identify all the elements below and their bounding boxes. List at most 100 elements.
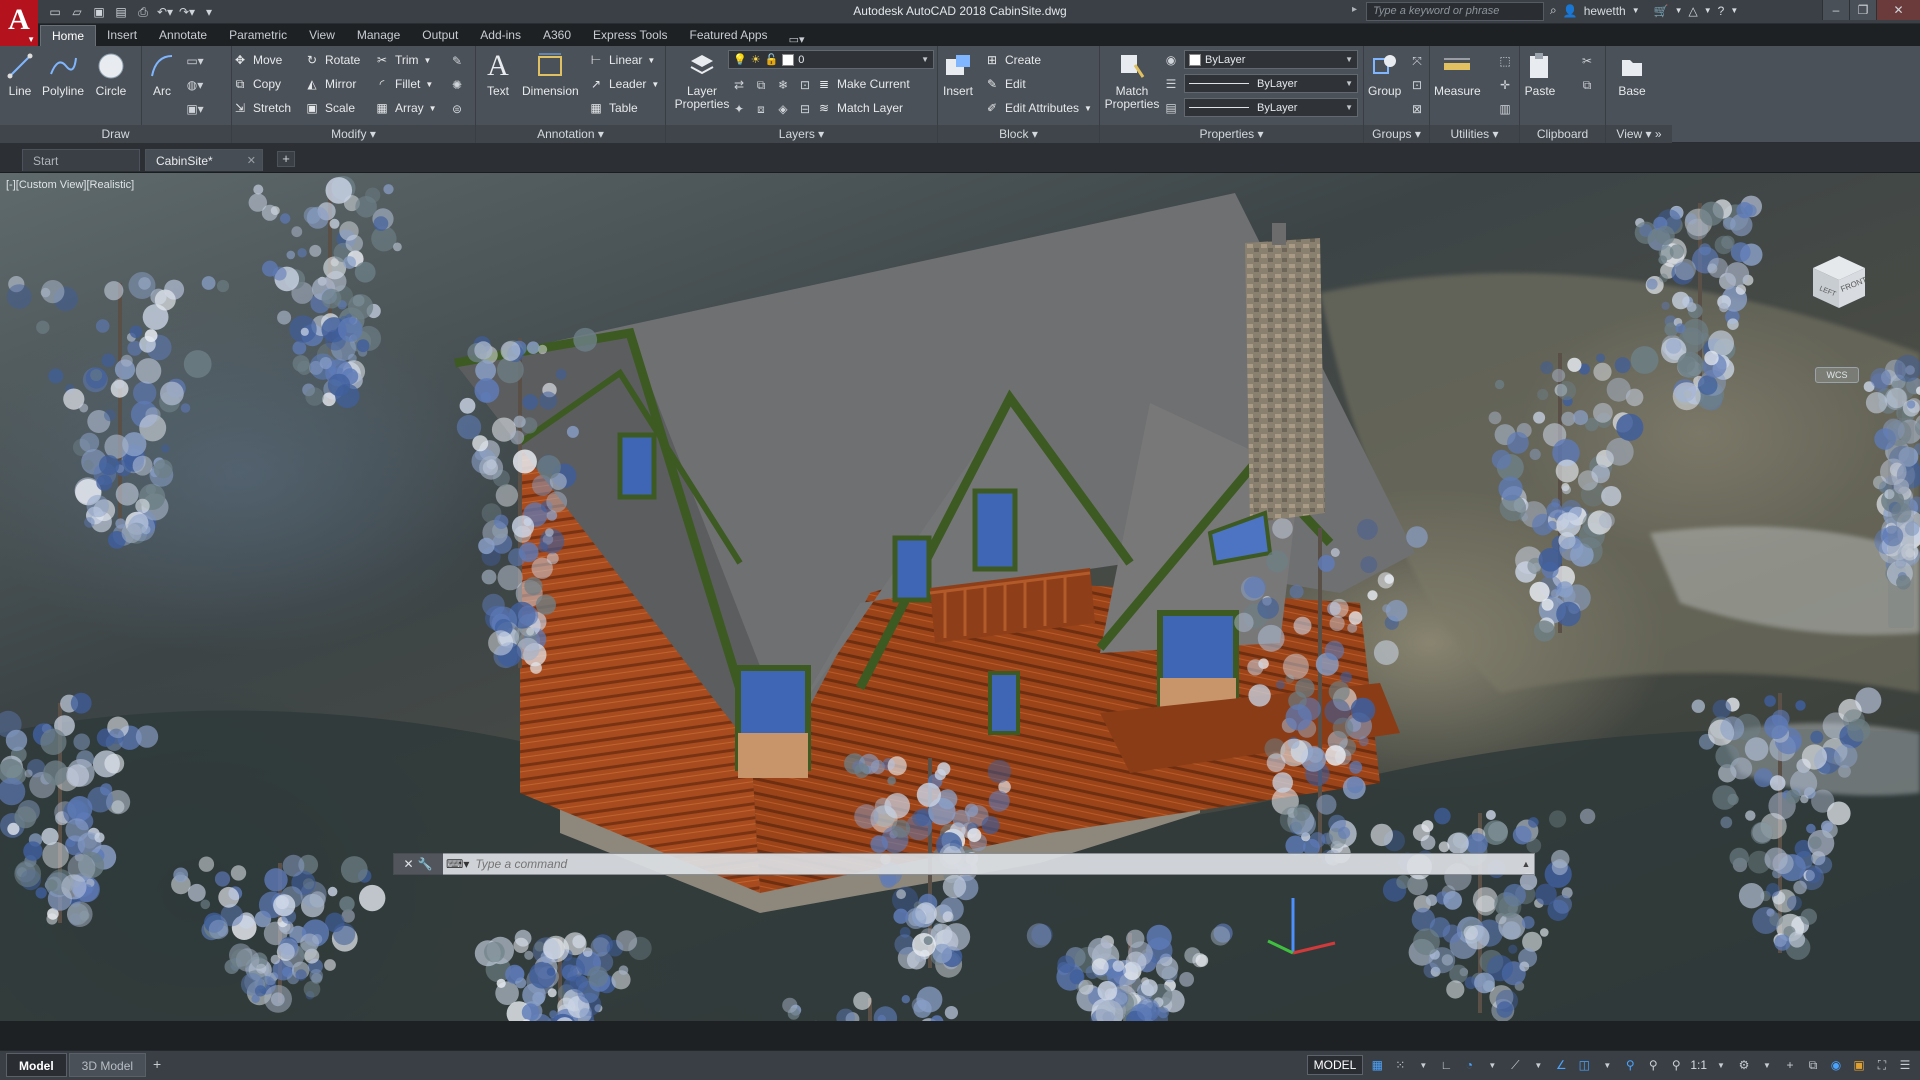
chevron-down-icon[interactable]: ▼ — [1704, 6, 1712, 15]
explode-icon[interactable]: ✺ — [448, 76, 466, 94]
color-dropdown[interactable]: ByLayer ▼ — [1184, 50, 1358, 69]
plot-icon[interactable]: ⎙ — [134, 4, 152, 21]
scale-tool[interactable]: ▣ Scale — [304, 98, 355, 118]
file-tab-cabinsite[interactable]: CabinSite* ✕ — [145, 149, 263, 171]
save-icon[interactable]: ▣ — [90, 4, 108, 21]
chevron-up-icon[interactable]: ▲ — [1518, 859, 1534, 869]
undo-icon[interactable]: ↶▾ — [156, 4, 174, 21]
group-selection-icon[interactable]: ⊠ — [1408, 100, 1426, 118]
properties-panel-title[interactable]: Properties ▾ — [1100, 125, 1363, 143]
close-icon[interactable]: ✕ — [403, 857, 413, 871]
chevron-down-icon[interactable]: ▼ — [1632, 6, 1640, 15]
layer-lock-icon[interactable]: ⊡ — [796, 76, 814, 94]
lineweight-dropdown[interactable]: ByLayer ▼ — [1184, 74, 1358, 93]
match-layer-tool[interactable]: ≋ Match Layer — [816, 98, 903, 118]
layer-thaw-icon[interactable]: ◈ — [774, 100, 792, 118]
dimension-tool[interactable]: Dimension — [522, 50, 579, 98]
hardware-acceleration-icon[interactable]: ◉ — [1827, 1056, 1845, 1074]
model-space-toggle[interactable]: MODEL — [1306, 1055, 1364, 1075]
layer-on-icon[interactable]: ✦ — [730, 100, 748, 118]
customize-menu-icon[interactable]: ☰ — [1896, 1056, 1914, 1074]
copy-clip-icon[interactable]: ⧉ — [1578, 76, 1596, 94]
tab-parametric[interactable]: Parametric — [218, 25, 298, 46]
drawing-viewport[interactable]: [-][Custom View][Realistic] LEFT FRONT W… — [0, 173, 1920, 1021]
tab-express-tools[interactable]: Express Tools — [582, 25, 678, 46]
wcs-menu[interactable]: WCS — [1815, 367, 1859, 383]
polyline-tool[interactable]: Polyline — [42, 50, 84, 98]
edit-attributes-tool[interactable]: ✐ Edit Attributes ▼ — [984, 98, 1092, 118]
open-folder-icon[interactable]: ▱ — [68, 4, 86, 21]
trim-tool[interactable]: ✂ Trim ▼ — [374, 50, 432, 70]
utilities-panel-title[interactable]: Utilities ▾ — [1430, 125, 1519, 143]
region-icon[interactable]: ▣▾ — [186, 100, 204, 118]
hatch-icon[interactable]: ◍▾ — [186, 76, 204, 94]
help-icon[interactable]: ? — [1718, 4, 1725, 18]
tab-featured-apps[interactable]: Featured Apps — [679, 25, 779, 46]
chevron-down-icon[interactable]: ▼ — [1598, 1056, 1616, 1074]
layer-isolate-icon[interactable]: ⧉ — [752, 76, 770, 94]
polar-tracking-icon[interactable]: ◔ — [1460, 1056, 1478, 1074]
id-point-icon[interactable]: ✛ — [1496, 76, 1514, 94]
modify-panel-title[interactable]: Modify ▾ — [232, 125, 475, 143]
draw-panel-title[interactable]: Draw — [0, 125, 231, 143]
layer-dropdown[interactable]: 💡 ☀ 🔓 0 ▼ — [728, 50, 934, 69]
rotate-tool[interactable]: ↻ Rotate — [304, 50, 360, 70]
tab-home[interactable]: Home — [40, 25, 97, 46]
annotation-visibility-icon[interactable]: ⚲ — [1621, 1056, 1639, 1074]
annotation-panel-title[interactable]: Annotation ▾ — [476, 125, 665, 143]
layer-unlock-icon[interactable]: ⊟ — [796, 100, 814, 118]
quick-select-icon[interactable]: ⬚ — [1496, 52, 1514, 70]
wrench-icon[interactable]: 🔧 — [418, 857, 433, 871]
ribbon-minimize-icon[interactable]: ▭▾ — [789, 29, 805, 46]
clean-screen-icon[interactable]: ▣ — [1850, 1056, 1868, 1074]
auto-scale-icon[interactable]: ⚲ — [1644, 1056, 1662, 1074]
stretch-tool[interactable]: ⇲ Stretch — [232, 98, 291, 118]
command-input[interactable] — [475, 855, 1518, 873]
layer-freeze-icon[interactable]: ❄ — [774, 76, 792, 94]
new-file-icon[interactable]: ▭ — [46, 4, 64, 21]
create-block-tool[interactable]: ⊞ Create — [984, 50, 1041, 70]
color-wheel-icon[interactable]: ◉ — [1162, 51, 1180, 69]
leader-tool[interactable]: ↗ Leader ▼ — [588, 74, 659, 94]
object-snap-icon[interactable]: ◫ — [1575, 1056, 1593, 1074]
add-layout-button[interactable]: + — [148, 1053, 166, 1077]
chevron-down-icon[interactable]: ▼ — [1414, 1056, 1432, 1074]
binoculars-icon[interactable]: ⌕ — [1550, 3, 1557, 18]
layer-unisolate-icon[interactable]: ⧈ — [752, 100, 770, 118]
paste-tool[interactable]: Paste — [1524, 50, 1556, 98]
lineweight-icon[interactable]: ☰ — [1162, 75, 1180, 93]
tab-insert[interactable]: Insert — [96, 25, 148, 46]
calculator-icon[interactable]: ▥ — [1496, 100, 1514, 118]
plus-icon[interactable]: + — [1781, 1056, 1799, 1074]
linear-tool[interactable]: ⊢ Linear ▼ — [588, 50, 656, 70]
tab-view[interactable]: View — [298, 25, 346, 46]
chevron-down-icon[interactable]: ▼ — [1675, 6, 1683, 15]
chevron-down-icon[interactable]: ▼ — [1712, 1056, 1730, 1074]
gear-icon[interactable]: ⚙ — [1735, 1056, 1753, 1074]
view-panel-title[interactable]: View ▾ » — [1606, 125, 1672, 143]
viewcube[interactable]: LEFT FRONT — [1805, 248, 1871, 314]
tab-annotate[interactable]: Annotate — [148, 25, 218, 46]
tab-output[interactable]: Output — [411, 25, 469, 46]
application-menu-button[interactable]: A ▼ — [0, 0, 38, 46]
qat-customize-icon[interactable]: ▾ — [200, 4, 218, 21]
rectangle-icon[interactable]: ▭▾ — [186, 52, 204, 70]
fillet-tool[interactable]: ◜ Fillet ▼ — [374, 74, 434, 94]
tab-a360[interactable]: A360 — [532, 25, 582, 46]
save-as-icon[interactable]: ▤ — [112, 4, 130, 21]
group-tool[interactable]: Group — [1368, 50, 1401, 98]
offset-icon[interactable]: ⊜ — [448, 100, 466, 118]
layers-panel-title[interactable]: Layers ▾ — [666, 125, 937, 143]
a360-icon[interactable]: △ — [1689, 4, 1698, 18]
restore-icon[interactable]: ❐ — [1849, 0, 1876, 20]
clipboard-panel-title[interactable]: Clipboard — [1520, 125, 1605, 143]
close-icon[interactable]: ✕ — [247, 154, 256, 167]
file-tab-start[interactable]: Start — [22, 149, 140, 171]
layout-tab-model[interactable]: Model — [6, 1053, 67, 1077]
block-panel-title[interactable]: Block ▾ — [938, 125, 1099, 143]
close-icon[interactable]: ✕ — [1876, 0, 1920, 20]
fullscreen-icon[interactable]: ⛶ — [1873, 1056, 1891, 1074]
move-tool[interactable]: ✥ Move — [232, 50, 282, 70]
measure-tool[interactable]: Measure — [1434, 50, 1481, 98]
layer-off-icon[interactable]: ⇄ — [730, 76, 748, 94]
